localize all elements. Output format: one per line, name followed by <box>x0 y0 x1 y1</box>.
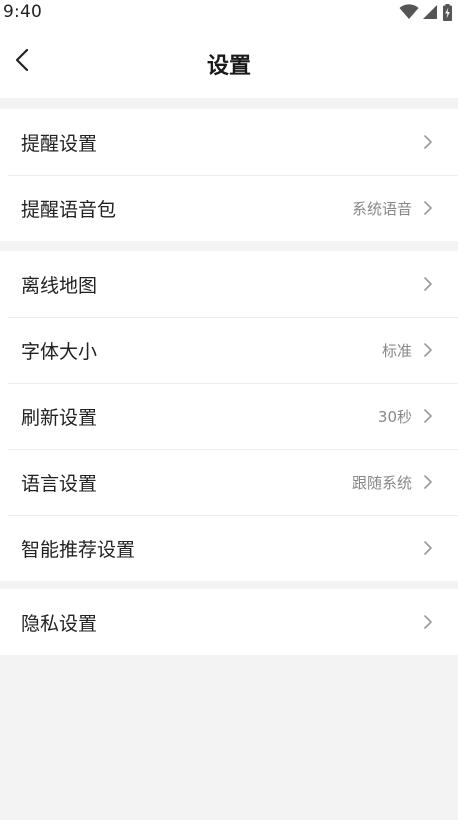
page-title: 设置 <box>206 54 251 79</box>
settings-row-label: 隐私设置 <box>21 612 98 635</box>
settings-row-value: 系统语音 <box>351 199 412 218</box>
chevron-right-icon <box>423 409 433 423</box>
settings-row-label: 刷新设置 <box>21 406 98 429</box>
chevron-right-icon <box>423 201 433 215</box>
settings-group-general: 离线地图 字体大小 标准 刷新设置 30秒 语言设置 跟随系统 智能推荐设置 <box>0 251 458 581</box>
chevron-right-icon <box>423 541 433 555</box>
settings-row-smart-recommendation[interactable]: 智能推荐设置 <box>0 515 458 581</box>
status-time: 9:40 <box>3 2 42 22</box>
settings-row-reminder[interactable]: 提醒设置 <box>0 109 458 175</box>
wifi-icon <box>399 4 419 20</box>
settings-row-value: 30秒 <box>377 407 412 426</box>
status-icons <box>399 3 452 21</box>
settings-group-privacy: 隐私设置 <box>0 589 458 655</box>
settings-row-offline-map[interactable]: 离线地图 <box>0 251 458 317</box>
settings-row-language[interactable]: 语言设置 跟随系统 <box>0 449 458 515</box>
chevron-right-icon <box>423 135 433 149</box>
settings-row-reminder-voice-pack[interactable]: 提醒语音包 系统语音 <box>0 175 458 241</box>
settings-row-label: 提醒设置 <box>21 132 98 155</box>
settings-row-label: 字体大小 <box>21 340 98 363</box>
battery-charging-icon <box>443 3 452 21</box>
settings-group-reminders: 提醒设置 提醒语音包 系统语音 <box>0 109 458 241</box>
chevron-right-icon <box>423 615 433 629</box>
settings-row-value: 标准 <box>381 341 412 360</box>
settings-row-label: 智能推荐设置 <box>21 538 136 561</box>
settings-row-refresh[interactable]: 刷新设置 30秒 <box>0 383 458 449</box>
settings-row-label: 离线地图 <box>21 274 98 297</box>
chevron-right-icon <box>423 277 433 291</box>
chevron-right-icon <box>423 475 433 489</box>
settings-row-privacy[interactable]: 隐私设置 <box>0 589 458 655</box>
chevron-right-icon <box>423 343 433 357</box>
settings-row-label: 语言设置 <box>21 472 98 495</box>
settings-row-label: 提醒语音包 <box>21 198 117 221</box>
status-bar: 9:40 <box>0 0 458 26</box>
settings-screen: 9:40 设置 提醒设置 提醒语音包 系统语音 离线地图 字体大小 标准 刷新设… <box>0 0 458 820</box>
cellular-signal-icon <box>422 4 438 20</box>
settings-row-font-size[interactable]: 字体大小 标准 <box>0 317 458 383</box>
settings-row-value: 跟随系统 <box>351 473 412 492</box>
header: 设置 <box>0 26 458 98</box>
